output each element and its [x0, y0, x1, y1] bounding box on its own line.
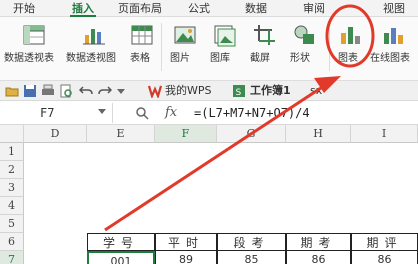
data-cell[interactable]: 85 [217, 251, 286, 264]
table-icon [131, 25, 153, 45]
header-cell[interactable]: 期评 [351, 233, 418, 251]
row-header-selected[interactable]: 7 [0, 251, 24, 264]
pivot-table-button[interactable]: 数据透视表 [4, 21, 64, 77]
column-header[interactable]: D [24, 125, 87, 143]
pivot-chart-icon [83, 29, 105, 45]
header-cell[interactable]: 学号 [87, 233, 155, 251]
redo-icon[interactable] [98, 84, 112, 98]
tab-page-layout[interactable]: 页面布局 [118, 1, 162, 16]
picture-icon [174, 26, 196, 44]
formula-bar: F7 fx =(L7+M7+N7+O7)/4 [0, 101, 418, 125]
header-cell[interactable]: 期考 [286, 233, 351, 251]
tab-formulas[interactable]: 公式 [188, 1, 210, 16]
row-header[interactable]: 6 [0, 233, 24, 251]
row-header[interactable]: 5 [0, 215, 24, 233]
tab-data[interactable]: 数据 [245, 1, 267, 16]
online-chart-label: 在线图表 [370, 53, 410, 64]
table-label: 表格 [130, 53, 150, 64]
pivot-table-label: 数据透视表 [4, 53, 54, 64]
screenshot-label: 截屏 [250, 53, 270, 64]
open-folder-icon[interactable] [5, 84, 19, 98]
row-header[interactable]: 3 [0, 179, 24, 197]
tab-my-wps[interactable]: 我的WPS [165, 82, 212, 100]
svg-text:S: S [236, 88, 242, 98]
picture-label: 图片 [170, 53, 190, 64]
pivot-table-icon [23, 25, 45, 45]
tab-review[interactable]: 审阅 [303, 1, 325, 16]
row-header[interactable]: 4 [0, 197, 24, 215]
screenshot-button[interactable]: 截屏 [246, 21, 282, 77]
insert-function-button[interactable]: fx [165, 103, 177, 123]
chart-button[interactable]: 图表 [333, 21, 367, 77]
active-cell[interactable]: 001 [87, 251, 155, 264]
insert-ribbon: 数据透视表 数据透视图 表格 图片 图库 截屏 形状 图表 在线图表 [0, 17, 418, 81]
header-cell[interactable]: 段考 [217, 233, 286, 251]
shapes-icon [294, 25, 314, 44]
row-header[interactable]: 1 [0, 143, 24, 161]
select-all-corner[interactable] [0, 125, 24, 143]
gallery-label: 图库 [210, 53, 230, 64]
tab-insert[interactable]: 插入 [72, 1, 94, 16]
ribbon-separator [329, 23, 330, 71]
pivot-chart-button[interactable]: 数据透视图 [64, 21, 124, 77]
ribbon-tab-bar: 开始 插入 页面布局 公式 数据 审阅 视图 [0, 0, 418, 17]
tab-home[interactable]: 开始 [13, 1, 35, 16]
column-header[interactable]: G [217, 125, 286, 143]
tab-workbook1-ext: sx [310, 84, 323, 97]
workbook-icon: S [233, 85, 245, 98]
data-cell[interactable]: 86 [351, 251, 418, 264]
column-header-selected[interactable]: F [155, 125, 217, 143]
gallery-button[interactable]: 图库 [206, 21, 242, 77]
gallery-icon [214, 25, 236, 47]
tab-view[interactable]: 视图 [383, 1, 405, 16]
print-preview-icon[interactable] [59, 84, 73, 98]
screenshot-icon [254, 25, 275, 45]
chart-icon [341, 27, 360, 44]
header-cell[interactable]: 平时 [155, 233, 217, 251]
table-button[interactable]: 表格 [126, 21, 156, 77]
data-cell[interactable]: 89 [155, 251, 217, 264]
data-cell[interactable]: 86 [286, 251, 351, 264]
column-header[interactable]: E [87, 125, 155, 143]
name-box[interactable]: F7 [0, 103, 113, 123]
column-header[interactable]: H [286, 125, 351, 143]
undo-icon[interactable] [79, 84, 93, 98]
online-chart-icon [384, 28, 403, 44]
ribbon-separator [161, 23, 162, 71]
dropdown-icon[interactable] [114, 84, 128, 98]
wps-spreadsheet-window: 开始 插入 页面布局 公式 数据 审阅 视图 数据透视表 数据透视图 表格 图片… [0, 0, 418, 264]
print-icon[interactable] [41, 84, 55, 98]
quick-access-toolbar: 我的WPS S 工作簿1 sx [0, 81, 418, 101]
online-chart-button[interactable]: 在线图表 [368, 21, 418, 77]
picture-button[interactable]: 图片 [168, 21, 202, 77]
shapes-button[interactable]: 形状 [286, 21, 324, 77]
spreadsheet-grid: D E F G H I 1 2 3 4 5 6 7 学号 平时 段考 期考 期评… [0, 125, 418, 264]
chart-label: 图表 [338, 53, 358, 64]
shapes-label: 形状 [290, 53, 310, 64]
row-header[interactable]: 2 [0, 161, 24, 179]
save-icon[interactable] [23, 84, 37, 98]
chevron-down-icon[interactable] [98, 109, 106, 114]
column-header[interactable]: I [351, 125, 418, 143]
zoom-icon[interactable] [135, 106, 149, 120]
wps-logo-icon [148, 85, 162, 98]
formula-input[interactable]: =(L7+M7+N7+O7)/4 [194, 103, 310, 123]
tab-workbook1[interactable]: 工作簿1 [250, 82, 291, 100]
pivot-chart-label: 数据透视图 [66, 53, 116, 64]
